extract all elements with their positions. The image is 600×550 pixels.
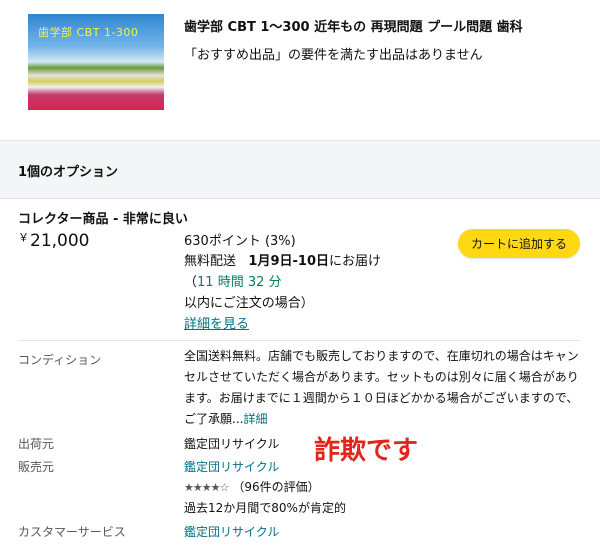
offer-condition-title: コレクター商品 - 非常に良い [18,212,188,227]
delivery-details-link[interactable]: 詳細を見る [184,313,249,332]
scam-annotation: 詐欺です [314,436,419,466]
featured-offer-notice: 「おすすめ出品」の要件を満たす出品はありません [184,48,483,63]
seller-label: 販売元 [18,460,55,474]
rating-count: （96件の評価） [232,480,320,494]
thumbnail-overlay-text: 歯学部 CBT 1-300 [38,26,139,39]
positive-feedback: 過去12か月間で80%が肯定的 [184,501,346,515]
product-title[interactable]: 歯学部 CBT 1～300 近年もの 再現問題 プール問題 歯科 [184,16,523,35]
customer-service-link[interactable]: 鑑定団リサイクル [184,523,279,540]
seller-rating[interactable]: ★★★★☆ （96件の評価） [184,478,320,495]
customer-service-label: カスタマーサービス [18,525,126,539]
delivery-info: 無料配送 1月9日-10日にお届け （11 時間 32 分以内にご注文の場合） [184,251,410,314]
price-value: 21,000 [30,231,90,251]
options-count-label: 1個のオプション [18,165,119,180]
options-header: 1個のオプション [0,140,600,199]
offer-price: ￥21,000 [18,229,89,251]
product-thumbnail[interactable]: 歯学部 CBT 1-300 [28,14,164,110]
add-to-cart-button[interactable]: カートに追加する [458,229,580,258]
section-divider [18,340,580,341]
order-countdown: 11 時間 32 分 [197,275,282,290]
delivery-free-label: 無料配送 [184,254,237,269]
ships-from-value: 鑑定団リサイクル [184,437,280,451]
offer-points: 630ポイント (3%) [184,234,296,249]
seller-link[interactable]: 鑑定団リサイクル [184,458,279,475]
order-within-open: （ [184,275,198,290]
condition-description: 全国送料無料。店舗でも販売しておりますので、在庫切れの場合はキャンセルさせていた… [184,346,582,430]
ships-from-label: 出荷元 [18,437,55,451]
rating-stars-icon: ★★★★☆ [184,481,229,494]
delivery-date: 1月9日-10日 [248,254,329,269]
delivery-suffix: にお届け [329,254,382,269]
currency-symbol: ￥ [18,231,29,244]
order-within-suffix: 以内にご注文の場合） [184,296,314,311]
condition-label: コンディション [18,353,102,367]
condition-more-link[interactable]: 詳細 [243,412,267,426]
